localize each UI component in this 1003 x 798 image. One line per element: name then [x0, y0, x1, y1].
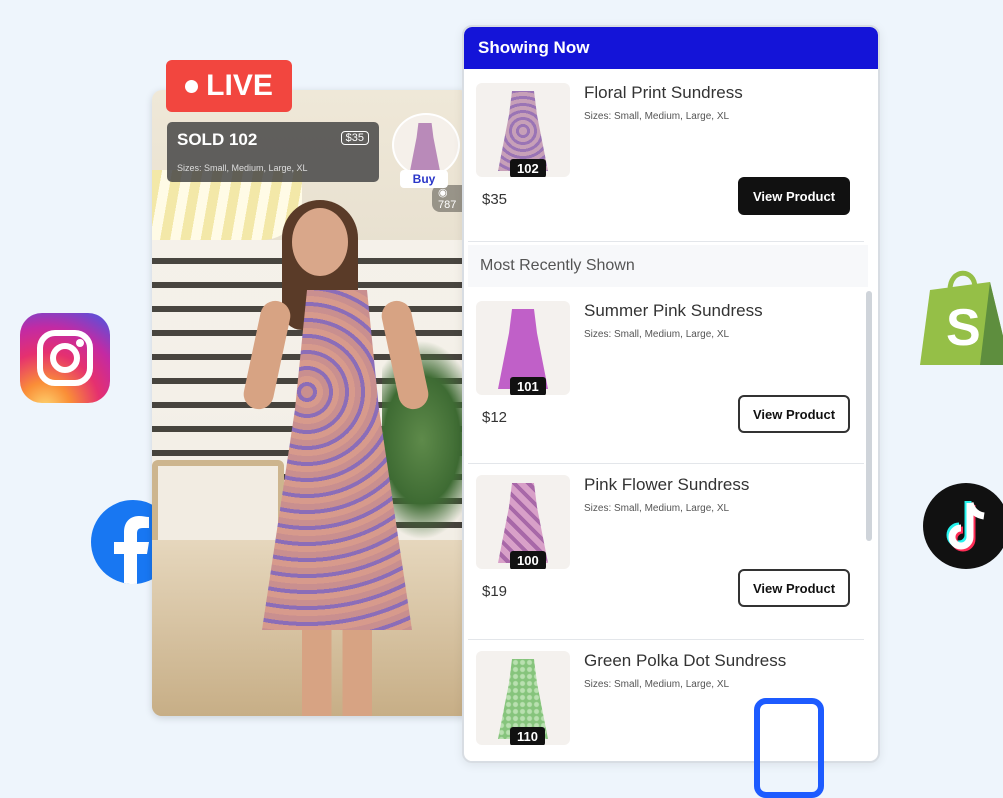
product-image: 110 — [476, 651, 570, 745]
dress-thumbnail — [410, 123, 440, 171]
scrollbar[interactable] — [866, 291, 872, 541]
sold-sizes: Sizes: Small, Medium, Large, XL — [177, 163, 308, 173]
presenter-legs — [302, 630, 372, 716]
product-image: 101 — [476, 301, 570, 395]
live-dot-icon — [185, 79, 199, 93]
tiktok-icon — [923, 483, 1003, 569]
product-image: 102 — [476, 83, 570, 177]
viewers-value: 787 — [438, 199, 457, 211]
product-number: 101 — [510, 377, 546, 395]
product-sizes: Sizes: Small, Medium, Large, XL — [584, 503, 730, 514]
shopify-icon: S — [920, 260, 1003, 370]
product-price: $12 — [482, 409, 508, 426]
current-product-card: 102 Floral Print Sundress Sizes: Small, … — [468, 73, 864, 242]
product-name: Floral Print Sundress — [584, 83, 743, 102]
buy-button[interactable]: Buy — [400, 170, 448, 188]
list-item: 101 Summer Pink Sundress Sizes: Small, M… — [468, 291, 864, 464]
sold-count: SOLD 102 — [177, 130, 258, 149]
view-product-button[interactable]: View Product — [738, 569, 850, 607]
product-sizes: Sizes: Small, Medium, Large, XL — [584, 679, 730, 690]
product-name: Green Polka Dot Sundress — [584, 651, 787, 670]
eye-icon: ◉ — [438, 187, 448, 199]
product-sizes: Sizes: Small, Medium, Large, XL — [584, 111, 730, 122]
product-name: Pink Flower Sundress — [584, 475, 750, 494]
view-product-button[interactable]: View Product — [738, 177, 850, 215]
product-number: 100 — [510, 551, 546, 569]
live-label: LIVE — [206, 69, 273, 102]
product-panel: Showing Now 102 Floral Print Sundress Si… — [462, 25, 880, 763]
buy-thumbnail[interactable] — [392, 113, 460, 177]
live-badge: LIVE — [166, 60, 292, 112]
product-sizes: Sizes: Small, Medium, Large, XL — [584, 329, 730, 340]
svg-text:S: S — [946, 299, 981, 357]
showing-now-header: Showing Now — [464, 27, 878, 69]
product-number: 102 — [510, 159, 546, 177]
product-price: $35 — [482, 191, 508, 208]
phone-cursor-outline — [754, 698, 824, 798]
recently-shown-header: Most Recently Shown — [468, 245, 868, 287]
instagram-icon — [20, 313, 110, 403]
presenter-face — [292, 208, 348, 276]
product-image: 100 — [476, 475, 570, 569]
list-item: 100 Pink Flower Sundress Sizes: Small, M… — [468, 465, 864, 640]
sold-overlay: SOLD 102 $35 Sizes: Small, Medium, Large… — [167, 122, 379, 182]
product-name: Summer Pink Sundress — [584, 301, 763, 320]
sold-price: $35 — [340, 131, 369, 145]
product-price: $19 — [482, 583, 508, 600]
view-product-button[interactable]: View Product — [738, 395, 850, 433]
product-number: 110 — [510, 727, 545, 745]
